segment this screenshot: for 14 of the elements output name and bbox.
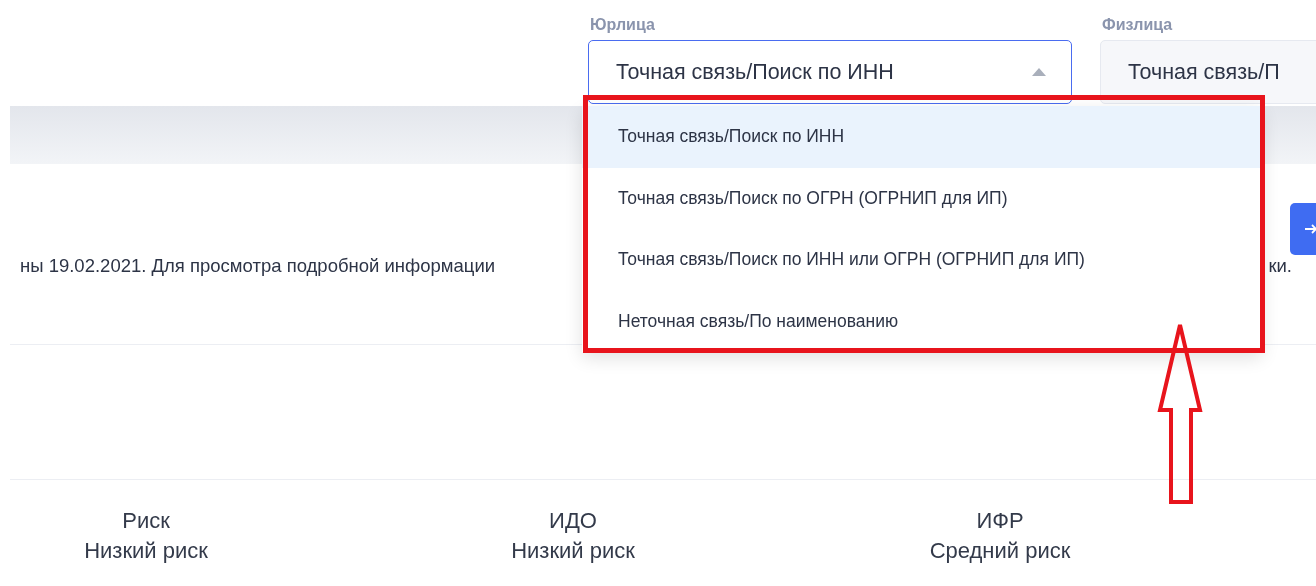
metric-value: Низкий риск: [511, 538, 635, 564]
caret-icon: [1031, 67, 1047, 77]
select-field[interactable]: Точная связь/Поиск по ИНН: [588, 40, 1072, 104]
metric-title: ИДО: [549, 508, 597, 534]
metric-title: ИФР: [976, 508, 1024, 534]
notice-text: ки.: [1268, 255, 1292, 278]
notice-text: ны 19.02.2021. Для просмотра подробной информации: [20, 255, 496, 278]
field-label: Юрлица: [589, 16, 656, 34]
metric-value: Низкий риск: [84, 538, 208, 564]
select-field[interactable]: Точная связь/П: [1100, 40, 1316, 104]
metric-title: Риск: [122, 508, 170, 534]
menu-item[interactable]: Точная связь/Поиск по ИНН: [582, 106, 1262, 168]
field-label: Физлица: [1101, 16, 1174, 34]
metric-value: Средний риск: [929, 538, 1071, 564]
